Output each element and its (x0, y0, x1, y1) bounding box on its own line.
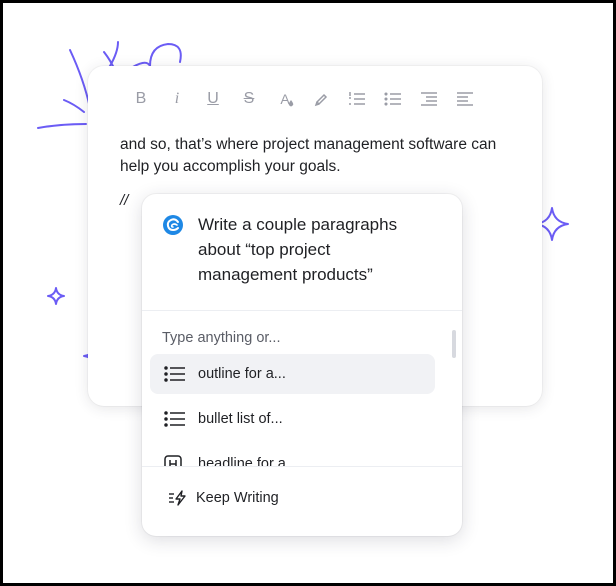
bold-button[interactable]: B (128, 86, 154, 112)
numbered-list-button[interactable] (344, 86, 370, 112)
suggestion-label: bullet list of... (198, 411, 283, 427)
suggestion-list: outline for a... bullet list of... headl… (142, 354, 442, 466)
underline-button[interactable]: U (200, 86, 226, 112)
command-trigger: // (120, 192, 129, 209)
list-icon (164, 365, 186, 383)
scrollbar[interactable] (452, 330, 456, 358)
divider (142, 466, 462, 467)
suggestion-label: outline for a... (198, 366, 286, 382)
suggestion-bullet-list[interactable]: bullet list of... (150, 399, 435, 439)
italic-button[interactable]: i (164, 86, 190, 112)
editor-body-text[interactable]: and so, that’s where project management … (120, 134, 520, 178)
highlight-button[interactable] (308, 86, 334, 112)
suggestion-headline[interactable]: headline for a... (150, 444, 435, 466)
continue-writing-icon (168, 490, 188, 506)
keep-writing-button[interactable]: Keep Writing (168, 490, 279, 506)
formatting-toolbar: B i U S A (128, 86, 488, 112)
bold-icon: B (135, 90, 147, 107)
highlighter-icon (314, 93, 328, 107)
list-icon (164, 410, 186, 428)
suggestion-outline[interactable]: outline for a... (150, 354, 435, 394)
ai-assistant-logo-icon (163, 215, 183, 235)
indent-icon (457, 92, 473, 106)
type-hint: Type anything or... (162, 330, 281, 346)
strikethrough-button[interactable]: S (236, 86, 262, 112)
suggestion-label: headline for a... (198, 456, 298, 466)
bullet-list-icon (384, 92, 401, 106)
bullet-list-button[interactable] (380, 86, 406, 112)
outdent-button[interactable] (416, 86, 442, 112)
text-color-button[interactable]: A (272, 86, 298, 112)
indent-button[interactable] (452, 86, 478, 112)
outdent-icon (421, 92, 437, 106)
divider (142, 310, 462, 311)
ai-writing-popup: Write a couple paragraphs about “top pro… (142, 194, 462, 536)
heading-icon (164, 455, 186, 466)
ai-prompt[interactable]: Write a couple paragraphs about “top pro… (162, 212, 452, 287)
keep-writing-label: Keep Writing (196, 490, 279, 506)
strikethrough-icon: S (243, 90, 255, 107)
numbered-list-icon (349, 92, 365, 105)
underline-icon: U (207, 90, 219, 107)
italic-icon: i (174, 90, 180, 107)
prompt-text: Write a couple paragraphs about “top pro… (198, 215, 398, 284)
color-drop-icon (288, 100, 294, 107)
